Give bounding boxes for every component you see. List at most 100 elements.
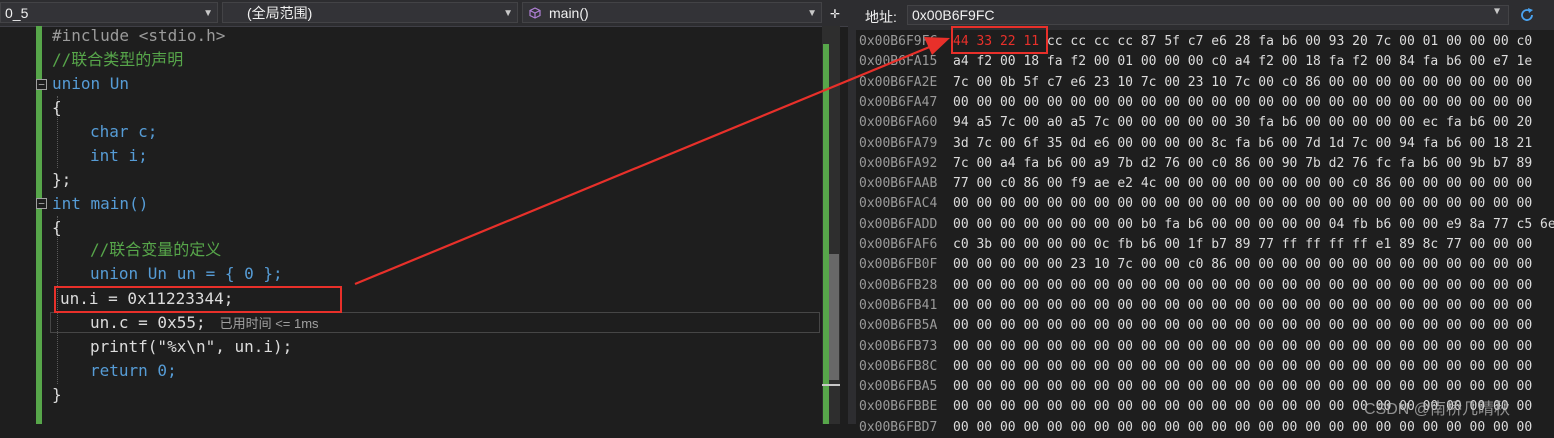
code-line: //联合变量的定义 bbox=[90, 238, 221, 262]
assign-char: un.c = 0x55; bbox=[90, 313, 206, 332]
memory-row-bytes: 3d 7c 00 6f 35 0d e6 00 00 00 00 8c fa b… bbox=[953, 135, 1533, 151]
code-line: printf("%x\n", un.i); bbox=[90, 335, 292, 359]
memory-row-address: 0x00B6FB0F bbox=[859, 257, 938, 273]
memory-row-address: 0x00B6FA60 bbox=[859, 115, 938, 131]
code-line: #include <stdio.h> bbox=[52, 24, 225, 48]
fold-minus-icon[interactable]: − bbox=[36, 79, 47, 90]
memory-row-address: 0x00B6FBD7 bbox=[859, 419, 938, 435]
address-label: 地址: bbox=[865, 9, 897, 25]
memory-row-bytes: 00 00 00 00 00 00 00 00 00 00 00 00 00 0… bbox=[953, 318, 1533, 334]
memory-row-bytes: cc cc cc cc 87 5f c7 e6 28 fa b6 00 93 2… bbox=[1046, 34, 1533, 49]
memory-row: 0x00B6FA2E 7c 00 0b 5f c7 e6 23 10 7c 00 … bbox=[859, 73, 1532, 93]
memory-row-address: 0x00B6F9FC bbox=[859, 34, 938, 49]
address-input[interactable]: 0x00B6F9FC bbox=[907, 5, 1509, 25]
file-scope-label: 0_5 bbox=[5, 5, 29, 21]
pane-splitter[interactable] bbox=[848, 0, 856, 424]
code-line: return 0; bbox=[90, 359, 177, 383]
memory-row-bytes: 00 00 00 00 00 00 00 00 00 00 00 00 00 0… bbox=[953, 94, 1533, 110]
memory-row: 0x00B6FB73 00 00 00 00 00 00 00 00 00 00 … bbox=[859, 337, 1532, 357]
memory-row-bytes: 00 00 00 00 00 00 00 00 00 00 00 00 00 0… bbox=[953, 277, 1533, 293]
memory-row-bytes: 00 00 00 00 00 23 10 7c 00 00 c0 86 00 0… bbox=[953, 257, 1533, 273]
include-directive: #include <stdio.h> bbox=[52, 26, 226, 45]
memory-row-bytes: 7c 00 0b 5f c7 e6 23 10 7c 00 23 10 7c 0… bbox=[953, 74, 1533, 90]
chevron-down-icon: ▼ bbox=[807, 8, 817, 19]
comment: //联合类型的声明 bbox=[52, 50, 184, 69]
memory-row-bytes: 00 00 00 00 00 00 00 00 00 00 00 00 00 0… bbox=[953, 297, 1533, 313]
global-scope-label: (全局范围) bbox=[247, 5, 313, 21]
memory-row-bytes: 7c 00 a4 fa b6 00 a9 7b d2 76 00 c0 86 0… bbox=[953, 155, 1533, 171]
file-scope-dropdown[interactable]: 0_5 ▼ bbox=[0, 2, 218, 23]
memory-row: 0x00B6FAF6 c0 3b 00 00 00 00 0c fb b6 00 … bbox=[859, 235, 1532, 255]
scrollbar-caret-marker bbox=[822, 384, 840, 386]
annotation-box-code bbox=[54, 286, 342, 313]
memory-row-bytes: c0 3b 00 00 00 00 0c fb b6 00 1f b7 89 7… bbox=[953, 237, 1533, 252]
comment: //联合变量的定义 bbox=[90, 240, 222, 259]
memory-row-address: 0x00B6FAC4 bbox=[859, 196, 938, 212]
memory-row-bytes: 94 a5 7c 00 a0 a5 7c 00 00 00 00 00 30 f… bbox=[953, 115, 1533, 131]
code-line: int i; bbox=[90, 144, 148, 168]
memory-row-address: 0x00B6FA79 bbox=[859, 135, 938, 151]
code-line: int main() bbox=[52, 192, 148, 216]
union-variable-definition: union Un un = { 0 }; bbox=[90, 264, 283, 283]
code-line: } bbox=[52, 383, 62, 407]
memory-row: 0x00B6FB8C 00 00 00 00 00 00 00 00 00 00 … bbox=[859, 357, 1532, 377]
refresh-icon[interactable] bbox=[1518, 6, 1536, 24]
memory-row-bytes: 77 00 c0 86 00 f9 ae e2 4c 00 00 00 00 0… bbox=[953, 176, 1533, 192]
memory-row-bytes: 00 00 00 00 00 00 00 00 00 00 00 00 00 0… bbox=[953, 338, 1533, 354]
scrollbar-thumb[interactable] bbox=[829, 254, 839, 380]
memory-row-address: 0x00B6FBA5 bbox=[859, 379, 938, 395]
memory-row: 0x00B6FB5A 00 00 00 00 00 00 00 00 00 00 … bbox=[859, 316, 1532, 336]
member-char: char c; bbox=[90, 122, 158, 141]
memory-row-address: 0x00B6FA15 bbox=[859, 54, 938, 70]
chevron-down-icon: ▼ bbox=[203, 8, 213, 19]
memory-row-bytes: 00 00 00 00 00 00 00 00 00 00 00 00 00 0… bbox=[953, 379, 1533, 395]
memory-row: 0x00B6FA47 00 00 00 00 00 00 00 00 00 00 … bbox=[859, 93, 1532, 113]
chevron-down-icon[interactable]: ▼ bbox=[1494, 6, 1500, 17]
memory-row-address: 0x00B6FA47 bbox=[859, 94, 938, 110]
memory-row: 0x00B6FA79 3d 7c 00 6f 35 0d e6 00 00 00 … bbox=[859, 134, 1532, 154]
code-line: { bbox=[52, 96, 62, 120]
printf-call: printf("%x\n", un.i); bbox=[90, 337, 293, 356]
perf-tip[interactable]: 已用时间 <= 1ms bbox=[220, 316, 319, 331]
annotation-box-memory bbox=[951, 26, 1048, 54]
function-scope-label: main() bbox=[549, 5, 589, 21]
code-line: union Un bbox=[52, 72, 129, 96]
memory-row: 0x00B6FA92 7c 00 a4 fa b6 00 a9 7b d2 76 … bbox=[859, 154, 1532, 174]
function-scope-dropdown[interactable]: main() ▼ bbox=[522, 2, 822, 23]
code-line: //联合类型的声明 bbox=[52, 48, 183, 72]
chevron-down-icon: ▼ bbox=[503, 8, 513, 19]
memory-row: 0x00B6FADD 00 00 00 00 00 00 00 00 b0 fa … bbox=[859, 215, 1554, 235]
member-int: int i; bbox=[90, 146, 148, 165]
memory-row: 0x00B6FAC4 00 00 00 00 00 00 00 00 00 00 … bbox=[859, 194, 1532, 214]
memory-row: 0x00B6FB28 00 00 00 00 00 00 00 00 00 00 … bbox=[859, 276, 1532, 296]
memory-row-address: 0x00B6FB8C bbox=[859, 358, 938, 374]
memory-row-bytes: 00 00 00 00 00 00 00 00 00 00 00 00 00 0… bbox=[953, 419, 1533, 435]
union-declaration: union Un bbox=[52, 74, 130, 93]
memory-row-bytes: a4 f2 00 18 fa f2 00 01 00 00 00 c0 a4 f… bbox=[953, 54, 1533, 70]
split-editor-icon[interactable]: ✛ bbox=[826, 2, 844, 23]
memory-row-address: 0x00B6FA2E bbox=[859, 74, 938, 90]
memory-row-address: 0x00B6FBBE bbox=[859, 399, 938, 415]
memory-row-address: 0x00B6FA92 bbox=[859, 155, 938, 171]
close-brace: } bbox=[52, 385, 62, 404]
fold-minus-icon[interactable]: − bbox=[36, 198, 47, 209]
memory-row-bytes: 00 00 00 00 00 00 00 00 00 00 00 00 00 0… bbox=[953, 196, 1533, 212]
memory-row-bytes: 00 00 00 00 00 00 00 00 00 00 00 00 00 0… bbox=[953, 358, 1533, 374]
editor-navigation-bar: 0_5 ▼ (全局范围) ▼ main() ▼ ✛ bbox=[0, 0, 848, 27]
open-brace: { bbox=[52, 218, 62, 237]
memory-row-address: 0x00B6FB73 bbox=[859, 338, 938, 354]
memory-row: 0x00B6FAAB 77 00 c0 86 00 f9 ae e2 4c 00 … bbox=[859, 174, 1532, 194]
watermark: CSDN @南桥几晴秋 bbox=[1364, 401, 1511, 418]
open-brace: { bbox=[52, 98, 62, 117]
memory-row: 0x00B6FA15 a4 f2 00 18 fa f2 00 01 00 00 … bbox=[859, 52, 1532, 72]
code-line: }; bbox=[52, 168, 71, 192]
code-line: { bbox=[52, 216, 62, 240]
memory-row: 0x00B6FB0F 00 00 00 00 00 23 10 7c 00 00 … bbox=[859, 255, 1532, 275]
code-line: char c; bbox=[90, 120, 157, 144]
memory-row-address: 0x00B6FADD bbox=[859, 216, 938, 232]
memory-row: 0x00B6FB41 00 00 00 00 00 00 00 00 00 00 … bbox=[859, 296, 1532, 316]
memory-row: 0x00B6FA60 94 a5 7c 00 a0 a5 7c 00 00 00 … bbox=[859, 113, 1532, 133]
memory-row: 0x00B6FBD7 00 00 00 00 00 00 00 00 00 00 … bbox=[859, 418, 1532, 438]
global-scope-dropdown[interactable]: (全局范围) ▼ bbox=[222, 2, 518, 23]
memory-row-bytes: 00 00 00 00 00 00 00 00 b0 fa b6 00 00 0… bbox=[953, 216, 1554, 232]
